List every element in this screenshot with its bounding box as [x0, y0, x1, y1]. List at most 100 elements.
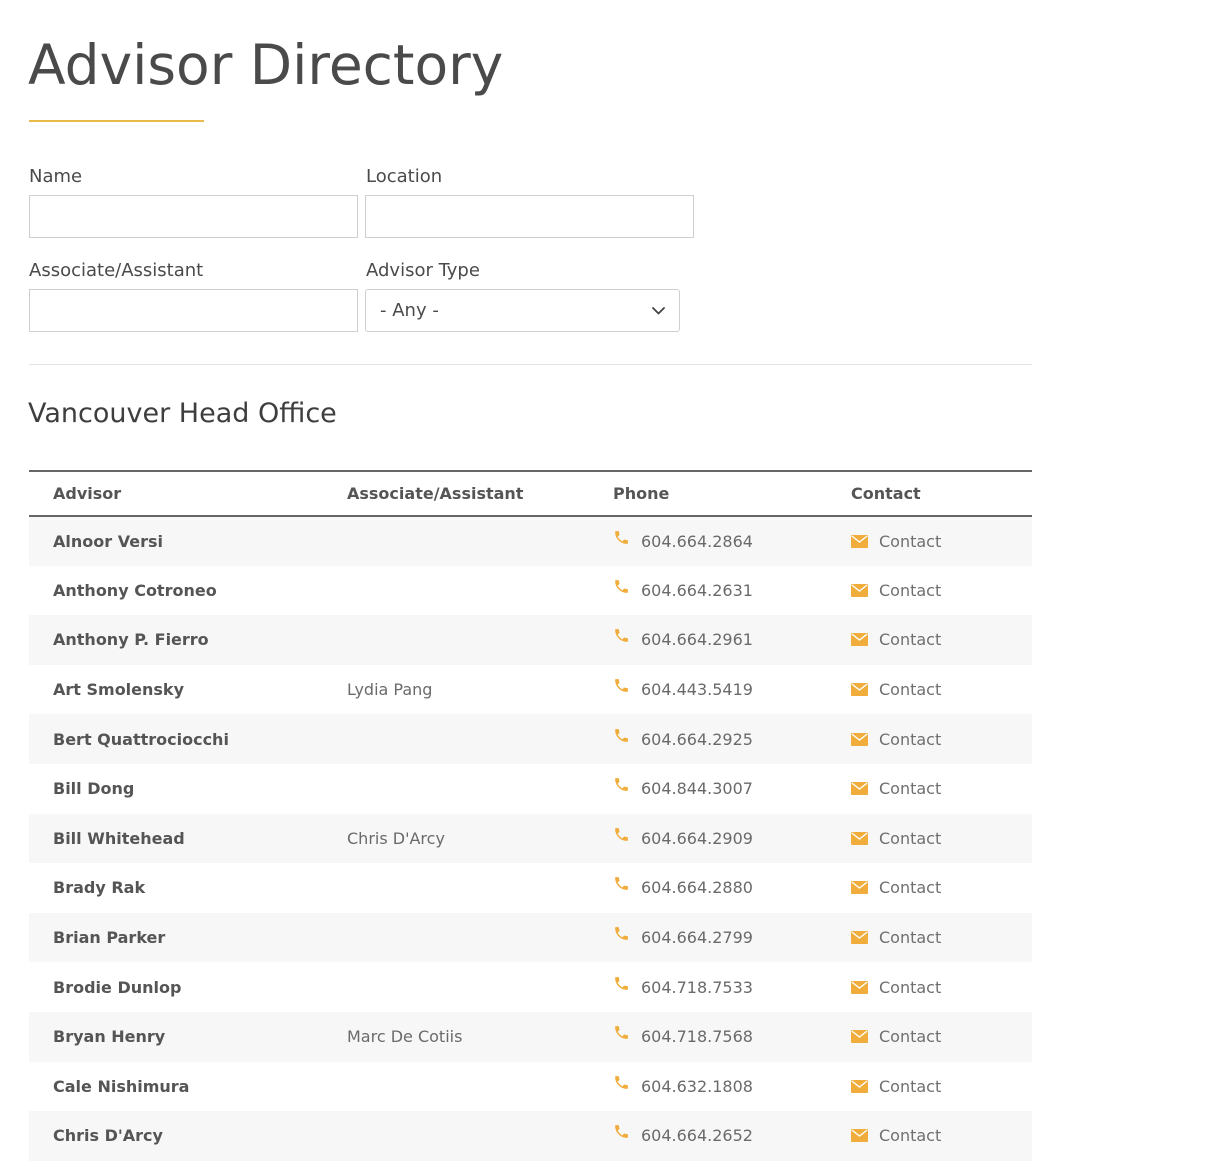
advisor-name: Bill Dong	[53, 779, 135, 799]
phone-number[interactable]: 604.664.2799	[641, 928, 753, 947]
contact-link[interactable]: Contact	[879, 1077, 941, 1096]
envelope-icon	[851, 1129, 868, 1143]
advisor-name: Bryan Henry	[53, 1027, 166, 1047]
phone-number[interactable]: 604.718.7533	[641, 978, 753, 997]
table-row: Anthony P. Fierro 604.664.2961 Contact	[29, 615, 1032, 665]
envelope-icon	[851, 683, 868, 697]
contact-link[interactable]: Contact	[879, 1027, 941, 1046]
table-row: Alnoor Versi 604.664.2864 Contact	[29, 516, 1032, 566]
advisor-name: Anthony P. Fierro	[53, 630, 209, 650]
phone-icon	[615, 927, 628, 940]
location-label: Location	[366, 166, 443, 187]
associate-label: Associate/Assistant	[29, 260, 204, 281]
filters-divider	[29, 364, 1032, 365]
envelope-icon	[851, 980, 868, 994]
phone-icon	[615, 629, 628, 643]
advisor-type-selected: - Any -	[380, 300, 439, 321]
envelope-icon	[851, 881, 868, 895]
table-row: Bill Dong 604.844.3007 Contact	[29, 764, 1032, 814]
advisor-name: Alnoor Versi	[53, 531, 163, 551]
advisor-name: Brodie Dunlop	[53, 977, 182, 997]
phone-number[interactable]: 604.664.2909	[641, 829, 753, 848]
phone-number[interactable]: 604.718.7568	[641, 1027, 753, 1046]
phone-icon	[615, 679, 628, 692]
table-row: Anthony Cotroneo 604.664.2631 Contact	[29, 566, 1032, 616]
contact-link[interactable]: Contact	[879, 878, 941, 897]
advisor-name: Bert Quattrociocchi	[53, 729, 229, 749]
envelope-icon	[851, 583, 868, 597]
location-input[interactable]	[365, 195, 694, 238]
envelope-icon	[851, 732, 868, 746]
phone-number[interactable]: 604.443.5419	[641, 680, 753, 699]
title-underline	[29, 120, 204, 122]
contact-link[interactable]: Contact	[879, 630, 941, 649]
phone-icon	[615, 778, 628, 792]
contact-link[interactable]: Contact	[879, 978, 941, 997]
envelope-icon	[851, 931, 868, 945]
phone-number[interactable]: 604.664.2864	[641, 532, 753, 551]
column-header-associate[interactable]: Associate/Assistant	[347, 470, 613, 517]
phone-number[interactable]: 604.664.2652	[641, 1126, 753, 1145]
phone-number[interactable]: 604.664.2961	[641, 630, 753, 649]
phone-number[interactable]: 604.664.2880	[641, 878, 753, 897]
table-row: Art Smolensky Lydia Pang 604.443.5419 Co…	[29, 665, 1032, 715]
phone-number[interactable]: 604.632.1808	[641, 1077, 753, 1096]
table-row: Brodie Dunlop 604.718.7533 Contact	[29, 962, 1032, 1012]
associate-name: Chris D'Arcy	[347, 828, 445, 848]
advisor-name: Brian Parker	[53, 928, 166, 948]
table-row: Brian Parker 604.664.2799 Contact	[29, 912, 1032, 963]
advisor-type-label: Advisor Type	[366, 260, 480, 281]
advisor-name: Cale Nishimura	[53, 1076, 190, 1096]
envelope-icon	[851, 534, 868, 548]
advisor-name: Art Smolensky	[53, 680, 184, 700]
contact-link[interactable]: Contact	[879, 730, 941, 749]
associate-input[interactable]	[29, 289, 358, 332]
phone-icon	[615, 1026, 628, 1040]
phone-icon	[615, 580, 628, 593]
phone-number[interactable]: 604.844.3007	[641, 779, 753, 798]
name-input[interactable]	[29, 195, 358, 238]
column-header-contact[interactable]: Contact	[851, 470, 1032, 517]
column-header-advisor[interactable]: Advisor	[29, 470, 347, 517]
section-title: Vancouver Head Office	[28, 398, 337, 429]
table-header-row: Advisor Associate/Assistant Phone Contac…	[29, 470, 1032, 517]
phone-number[interactable]: 604.664.2925	[641, 730, 753, 749]
phone-icon	[615, 1125, 628, 1139]
table-row: Cale Nishimura 604.632.1808 Contact	[29, 1062, 1032, 1112]
table-row: Bill Whitehead Chris D'Arcy 604.664.2909…	[29, 813, 1032, 864]
phone-icon	[615, 530, 628, 544]
table-row: Bert Quattrociocchi 604.664.2925 Contact	[29, 714, 1032, 764]
envelope-icon	[851, 1030, 868, 1044]
associate-name: Lydia Pang	[347, 680, 433, 700]
advisor-table: Advisor Associate/Assistant Phone Contac…	[29, 470, 1032, 1161]
phone-number[interactable]: 604.664.2631	[641, 581, 753, 600]
phone-icon	[615, 728, 628, 742]
table-row: Brady Rak 604.664.2880 Contact	[29, 863, 1032, 913]
contact-link[interactable]: Contact	[879, 779, 941, 798]
contact-link[interactable]: Contact	[879, 829, 941, 848]
envelope-icon	[851, 831, 868, 845]
envelope-icon	[851, 633, 868, 647]
chevron-down-icon	[651, 304, 665, 318]
table-row: Bryan Henry Marc De Cotiis 604.718.7568 …	[29, 1011, 1032, 1062]
contact-link[interactable]: Contact	[879, 680, 941, 699]
advisor-type-select[interactable]: - Any -	[365, 289, 680, 332]
envelope-icon	[851, 1079, 868, 1093]
contact-link[interactable]: Contact	[879, 928, 941, 947]
contact-link[interactable]: Contact	[879, 532, 941, 551]
contact-link[interactable]: Contact	[879, 1126, 941, 1145]
column-header-phone[interactable]: Phone	[613, 470, 851, 517]
table-row: Chris D'Arcy 604.664.2652 Contact	[29, 1111, 1032, 1161]
advisor-name: Brady Rak	[53, 878, 146, 898]
advisor-name: Chris D'Arcy	[53, 1126, 163, 1146]
phone-icon	[615, 827, 628, 841]
envelope-icon	[851, 782, 868, 796]
advisor-name: Bill Whitehead	[53, 828, 185, 848]
advisor-name: Anthony Cotroneo	[53, 580, 217, 600]
page-title: Advisor Directory	[28, 33, 504, 97]
associate-name: Marc De Cotiis	[347, 1027, 463, 1047]
phone-icon	[615, 976, 628, 990]
contact-link[interactable]: Contact	[879, 581, 941, 600]
phone-icon	[615, 1075, 628, 1089]
name-label: Name	[29, 166, 83, 187]
